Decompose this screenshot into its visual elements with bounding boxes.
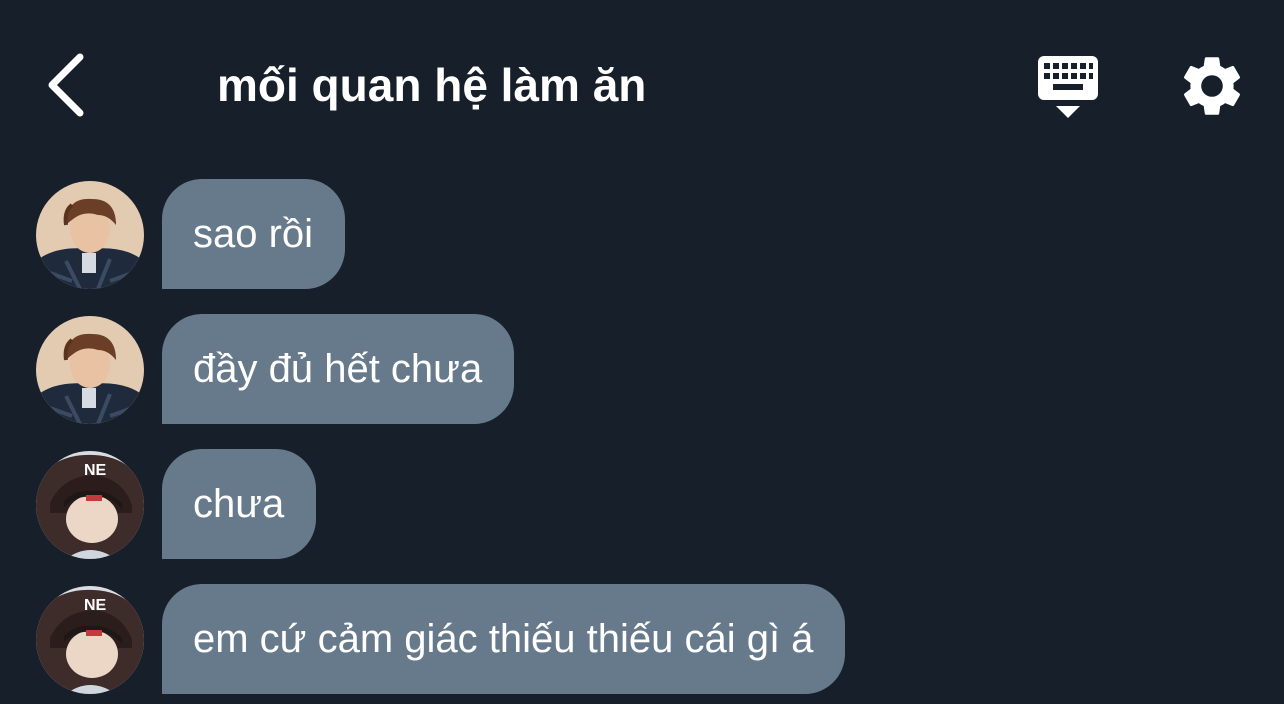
- avatar[interactable]: [36, 181, 144, 289]
- back-button[interactable]: [36, 45, 106, 125]
- message-bubble[interactable]: đầy đủ hết chưa: [162, 314, 515, 424]
- avatar-image: [36, 181, 144, 289]
- avatar-image: NE: [36, 586, 144, 694]
- message-bubble[interactable]: chưa: [162, 449, 317, 559]
- chevron-left-icon: [48, 53, 84, 117]
- message-row: đầy đủ hết chưa: [0, 313, 1284, 425]
- gear-icon: [1183, 57, 1241, 115]
- message-bubble[interactable]: sao rồi: [162, 179, 346, 289]
- chat-screen: mối quan hệ làm ăn sao rồi đầy đủ hết ch…: [0, 0, 1284, 704]
- message-row: NE chưa: [0, 448, 1284, 560]
- avatar-image: NE: [36, 451, 144, 559]
- keyboard-button[interactable]: [1030, 50, 1106, 122]
- chat-title: mối quan hệ làm ăn: [217, 59, 647, 111]
- settings-button[interactable]: [1176, 50, 1248, 122]
- svg-text:NE: NE: [84, 597, 107, 614]
- message-row: NE em cứ cảm giác thiếu thiếu cái gì á: [0, 583, 1284, 695]
- avatar[interactable]: NE: [36, 451, 144, 559]
- avatar-image: [36, 316, 144, 424]
- avatar[interactable]: NE: [36, 586, 144, 694]
- svg-text:NE: NE: [84, 462, 107, 479]
- message-bubble[interactable]: em cứ cảm giác thiếu thiếu cái gì á: [162, 584, 846, 694]
- keyboard-hide-icon: [1038, 56, 1098, 118]
- avatar[interactable]: [36, 316, 144, 424]
- chat-header: mối quan hệ làm ăn: [0, 0, 1284, 170]
- message-row: sao rồi: [0, 178, 1284, 290]
